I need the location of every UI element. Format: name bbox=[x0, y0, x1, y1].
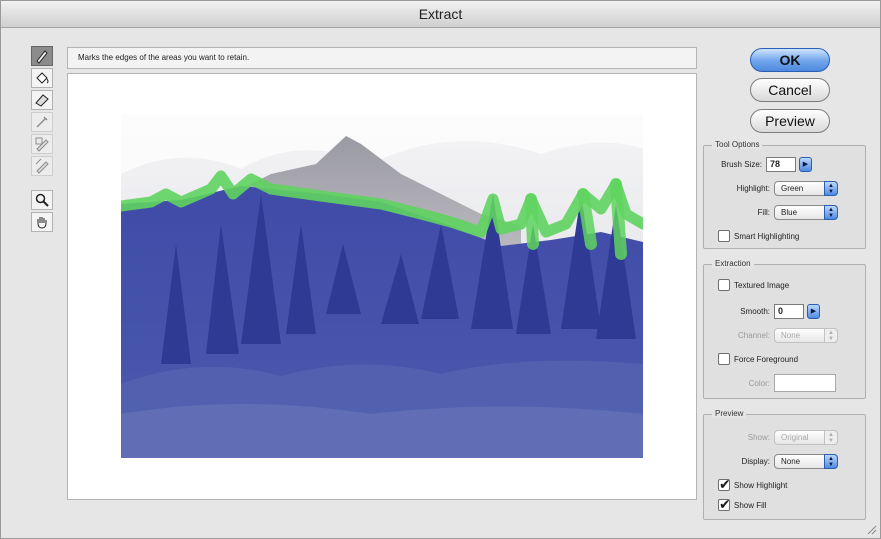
edge-touchup-icon bbox=[35, 158, 49, 174]
show-select[interactable]: Original ▲ ▼ bbox=[774, 429, 838, 445]
show-fill-checkbox[interactable] bbox=[718, 496, 731, 513]
eraser-tool[interactable] bbox=[31, 90, 53, 110]
highlight-select[interactable]: Green ▲ ▼ bbox=[774, 180, 838, 196]
hand-icon bbox=[37, 217, 47, 229]
channel-value: None bbox=[781, 330, 801, 340]
preview-button[interactable]: Preview bbox=[750, 109, 830, 133]
channel-label: Channel: bbox=[737, 330, 770, 340]
textured-image-checkbox[interactable] bbox=[718, 279, 730, 291]
image-preview-area[interactable] bbox=[67, 73, 697, 500]
ok-button[interactable]: OK bbox=[750, 48, 830, 72]
extraction-group: Extraction Textured Image Smooth: 0 ▶ Ch… bbox=[703, 259, 866, 399]
updown-arrows-icon: ▲ ▼ bbox=[824, 327, 838, 343]
cleanup-tool-icon bbox=[35, 137, 49, 152]
show-label: Show: bbox=[747, 432, 770, 442]
tool-options-title: Tool Options bbox=[712, 140, 763, 149]
zoom-icon bbox=[35, 193, 49, 207]
extract-dialog: Extract Marks the edges of the areas you… bbox=[0, 0, 881, 539]
display-label: Display: bbox=[741, 456, 770, 466]
textured-image-label: Textured Image bbox=[734, 280, 790, 290]
updown-arrows-icon: ▲ ▼ bbox=[824, 429, 838, 445]
fill-select[interactable]: Blue ▲ ▼ bbox=[774, 204, 838, 220]
cancel-button[interactable]: Cancel bbox=[750, 78, 830, 102]
updown-arrows-icon: ▲ ▼ bbox=[824, 204, 838, 220]
eyedropper-tool[interactable] bbox=[31, 112, 53, 132]
force-foreground-checkbox[interactable] bbox=[718, 353, 730, 365]
brush-size-label: Brush Size: bbox=[721, 159, 762, 169]
window-title: Extract bbox=[1, 1, 880, 28]
channel-select[interactable]: None ▲ ▼ bbox=[774, 327, 838, 343]
highlight-value: Green bbox=[781, 183, 804, 193]
fill-bucket-icon bbox=[36, 72, 49, 84]
eraser-icon bbox=[35, 94, 49, 107]
extraction-title: Extraction bbox=[712, 259, 754, 268]
brush-size-input[interactable]: 78 bbox=[766, 156, 796, 172]
show-value: Original bbox=[781, 432, 809, 442]
force-foreground-label: Force Foreground bbox=[734, 354, 799, 364]
cleanup-tool[interactable] bbox=[31, 134, 53, 154]
smooth-input[interactable]: 0 bbox=[774, 303, 804, 319]
toolbox bbox=[31, 46, 55, 234]
preview-image[interactable] bbox=[121, 114, 643, 458]
brush-size-slider-button[interactable]: ▶ bbox=[799, 156, 812, 172]
fill-tool[interactable] bbox=[31, 68, 53, 88]
eyedropper-icon bbox=[36, 116, 48, 128]
display-value: None bbox=[781, 456, 801, 466]
zoom-tool[interactable] bbox=[31, 190, 53, 210]
fill-label: Fill: bbox=[757, 207, 770, 217]
resize-grip-icon[interactable] bbox=[865, 523, 877, 535]
edge-highlighter-tool[interactable] bbox=[31, 46, 53, 66]
fill-value: Blue bbox=[781, 207, 798, 217]
display-select[interactable]: None ▲ ▼ bbox=[774, 453, 838, 469]
preview-title: Preview bbox=[712, 409, 747, 418]
tool-hint: Marks the edges of the areas you want to… bbox=[67, 47, 697, 69]
color-label: Color: bbox=[748, 378, 770, 388]
highlight-label: Highlight: bbox=[736, 183, 770, 193]
updown-arrows-icon: ▲ ▼ bbox=[824, 453, 838, 469]
edge-highlighter-icon bbox=[36, 50, 48, 64]
hand-tool[interactable] bbox=[31, 212, 53, 232]
show-fill-label: Show Fill bbox=[734, 500, 767, 510]
smart-highlighting-label: Smart Highlighting bbox=[734, 231, 800, 241]
preview-group: Preview Show: Original ▲ ▼ Display: None … bbox=[703, 409, 866, 520]
smart-highlighting-checkbox[interactable] bbox=[718, 230, 730, 242]
smooth-label: Smooth: bbox=[740, 306, 770, 316]
updown-arrows-icon: ▲ ▼ bbox=[824, 180, 838, 196]
edge-touchup-tool[interactable] bbox=[31, 156, 53, 176]
show-highlight-label: Show Highlight bbox=[734, 480, 788, 490]
tool-options-group: Tool Options Brush Size: 78 ▶ Highlight:… bbox=[703, 140, 866, 249]
foreground-color-swatch[interactable] bbox=[774, 374, 836, 392]
show-highlight-checkbox[interactable] bbox=[718, 476, 731, 493]
smooth-slider-button[interactable]: ▶ bbox=[807, 303, 820, 319]
